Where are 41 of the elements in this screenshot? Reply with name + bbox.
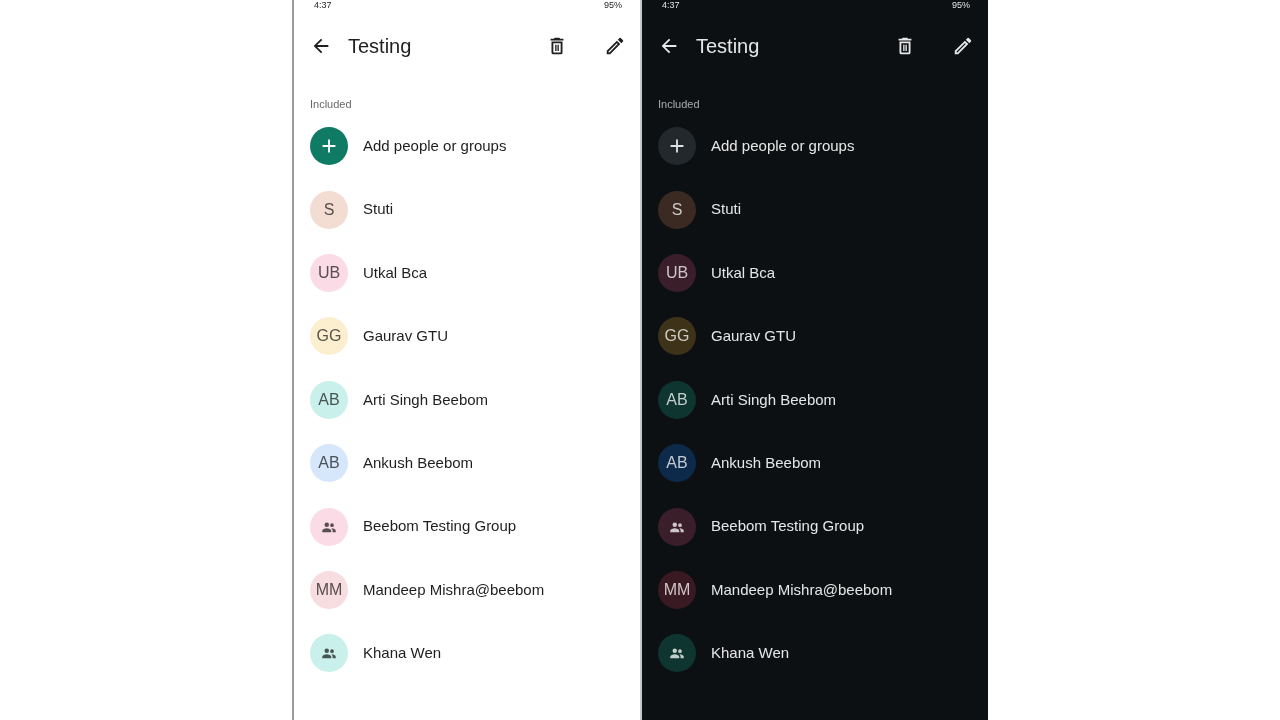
section-label: Included <box>658 97 701 112</box>
status-time: 4:37 <box>662 0 680 10</box>
contact-name[interactable]: Gaurav GTU <box>363 325 449 348</box>
contact-name[interactable]: Stuti <box>711 198 741 221</box>
pencil-icon[interactable] <box>604 35 626 57</box>
contact-name[interactable]: Khana Wen <box>711 642 790 665</box>
contact-name[interactable]: Gaurav GTU <box>711 325 797 348</box>
contact-name[interactable]: Mandeep Mishra@beebom <box>363 578 545 602</box>
initials-avatar: UB <box>658 253 696 292</box>
initials-avatar: GG <box>310 317 348 356</box>
initials-avatar: AB <box>658 380 696 419</box>
contact-name[interactable]: Beebom Testing Group <box>711 515 865 538</box>
contact-name[interactable]: Beebom Testing Group <box>363 515 517 538</box>
initials-avatar: MM <box>658 570 696 609</box>
battery-level: 95% <box>952 0 970 10</box>
contact-name[interactable]: Khana Wen <box>363 642 442 665</box>
section-label: Included <box>310 97 353 112</box>
initials-avatar: UB <box>310 253 348 292</box>
initials-avatar: AB <box>310 380 348 419</box>
initials-avatar: AB <box>658 444 696 483</box>
battery-level: 95% <box>604 0 622 10</box>
screen-title: Testing <box>347 34 413 59</box>
initials-avatar: GG <box>658 317 696 356</box>
add-people-label[interactable]: Add people or groups <box>711 134 855 158</box>
contact-name[interactable]: Mandeep Mishra@beebom <box>711 578 893 602</box>
contact-name[interactable]: Arti Singh Beebom <box>711 388 837 411</box>
initials-avatar: MM <box>310 570 348 609</box>
contact-name[interactable]: Stuti <box>363 198 393 221</box>
screen-title: Testing <box>695 34 761 59</box>
contact-name[interactable]: Ankush Beebom <box>711 451 822 475</box>
initials-avatar: AB <box>310 444 348 483</box>
pencil-icon[interactable] <box>952 35 974 57</box>
status-time: 4:37 <box>314 0 332 10</box>
contact-name[interactable]: Arti Singh Beebom <box>363 388 489 411</box>
contact-name[interactable]: Utkal Bca <box>711 261 776 285</box>
add-people-label[interactable]: Add people or groups <box>363 134 507 158</box>
contact-name[interactable]: Utkal Bca <box>363 261 428 285</box>
initials-avatar: S <box>658 190 696 229</box>
add-button[interactable] <box>658 127 696 166</box>
contact-name[interactable]: Ankush Beebom <box>363 451 474 475</box>
initials-avatar: S <box>310 190 348 229</box>
